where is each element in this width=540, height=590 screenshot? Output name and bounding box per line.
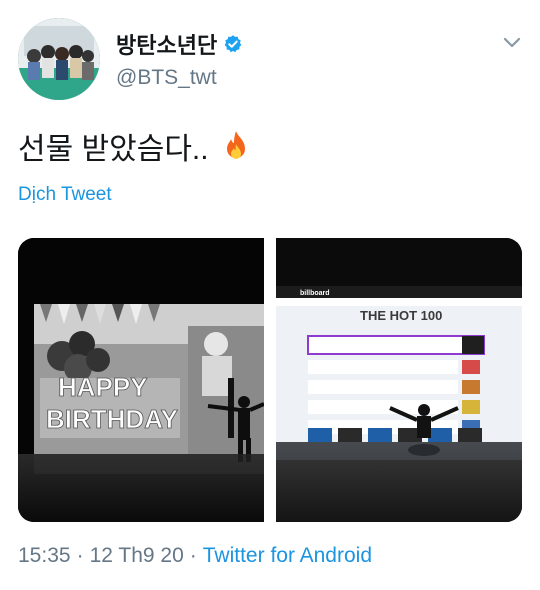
media-grid: HAPPY BIRTHDAY billboard THE HOT 100 [18, 238, 522, 522]
avatar-image [18, 18, 100, 100]
happy-birthday-stage-image: HAPPY BIRTHDAY [18, 238, 264, 522]
avatar[interactable] [18, 18, 100, 100]
fire-icon [226, 131, 245, 159]
display-name[interactable]: 방탄소년단 [116, 28, 217, 60]
billboard-logo: billboard [300, 290, 330, 297]
author-name-row[interactable]: 방탄소년단 [116, 28, 243, 60]
tweet-date[interactable]: 12 Th9 20 [90, 544, 184, 568]
author-handle[interactable]: @BTS_twt [116, 66, 217, 90]
translate-tweet-link[interactable]: Dịch Tweet [18, 184, 112, 206]
meta-separator: · [76, 544, 84, 567]
tweet-source-link[interactable]: Twitter for Android [203, 544, 372, 568]
tweet-body: 선물 받았슴다.. [18, 133, 209, 166]
tweet-text: 선물 받았슴다.. [18, 124, 249, 168]
hot-100-stage-image: billboard THE HOT 100 [276, 238, 522, 522]
verified-badge-icon [224, 35, 242, 53]
tweet-meta: 15:35 · 12 Th9 20 · Twitter for Android [18, 544, 372, 568]
happy-text: HAPPY [58, 372, 148, 402]
meta-separator: · [189, 544, 197, 567]
birthday-text: BIRTHDAY [46, 404, 178, 434]
chevron-down-icon[interactable] [502, 32, 522, 52]
tweet-time[interactable]: 15:35 [18, 544, 71, 568]
photo-hot-100[interactable]: billboard THE HOT 100 [276, 238, 522, 522]
photo-happy-birthday[interactable]: HAPPY BIRTHDAY [18, 238, 264, 522]
hot-100-title: THE HOT 100 [360, 308, 442, 323]
